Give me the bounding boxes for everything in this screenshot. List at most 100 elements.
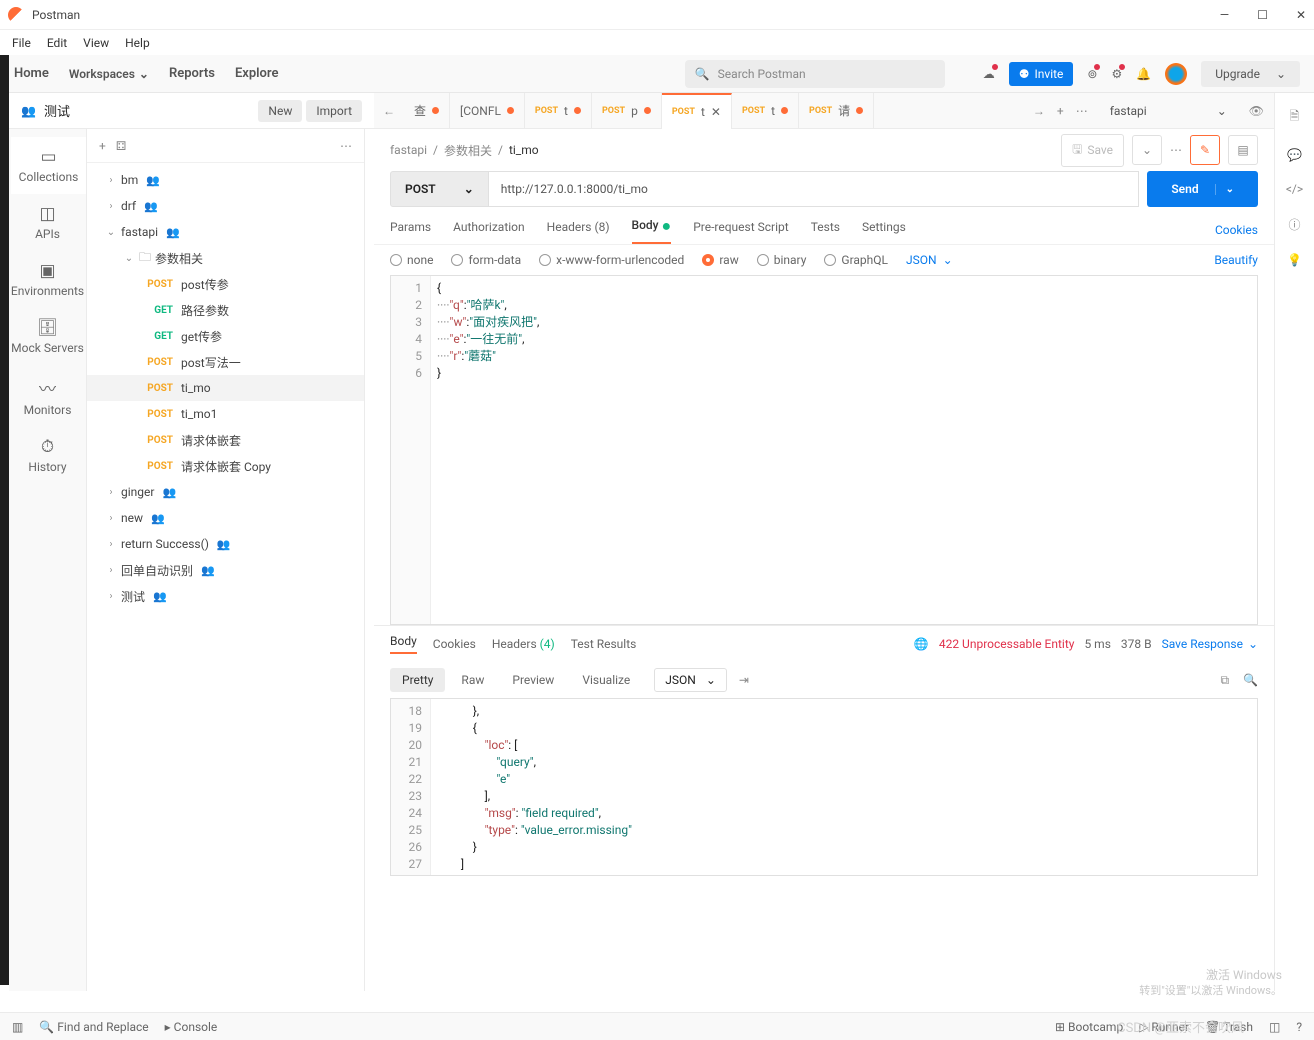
nav-workspaces[interactable]: Workspaces⌄ [69,67,149,81]
chevron-icon[interactable]: › [105,175,117,186]
hint-icon[interactable]: 💡 [1287,253,1302,267]
resp-tab-cookies[interactable]: Cookies [433,637,476,651]
nav-environments[interactable]: ▣Environments [9,251,86,308]
more-icon[interactable]: ⋯ [1170,143,1182,157]
console-button[interactable]: ▸ Console [165,1020,218,1034]
request-item[interactable]: POSTpost传参 [87,271,364,297]
tab-authorization[interactable]: Authorization [453,220,525,240]
folder-item[interactable]: ⌄🗀参数相关 [87,245,364,271]
chevron-icon[interactable]: › [105,539,117,550]
nav-reports[interactable]: Reports [169,66,215,81]
trash-button[interactable]: 🗑 Trash [1205,1020,1253,1034]
filter-icon[interactable]: ⚃ [116,139,126,153]
more-icon[interactable]: ⋯ [340,139,352,153]
save-response-button[interactable]: Save Response ⌄ [1162,637,1258,651]
body-raw[interactable]: raw [702,253,738,267]
raw-type-selector[interactable]: JSON⌄ [906,253,953,267]
request-item[interactable]: POSTti_mo [87,375,364,401]
edit-icon[interactable]: ✎ [1190,135,1220,165]
help-icon[interactable]: ? [1296,1020,1302,1034]
network-icon[interactable]: 🌐 [914,637,929,651]
chevron-icon[interactable]: › [105,565,117,576]
sync-icon[interactable]: ☁ [983,67,995,81]
nav-apis[interactable]: ◫APIs [9,194,86,251]
workspace-name[interactable]: 测试 [44,101,70,120]
request-item[interactable]: GET路径参数 [87,297,364,323]
tab-headers[interactable]: Headers (8) [547,220,610,240]
folder-item[interactable]: ›return Success()👥 [87,531,364,557]
search-icon[interactable]: 🔍 [1243,673,1258,688]
menu-file[interactable]: File [12,36,31,50]
minimize-icon[interactable]: — [1220,8,1229,22]
body-binary[interactable]: binary [757,253,807,267]
tab-params[interactable]: Params [390,220,431,240]
folder-item[interactable]: ›drf👥 [87,193,364,219]
editor-tab[interactable]: POSTt [525,93,592,129]
env-quicklook-icon[interactable]: 👁 [1249,104,1264,118]
resp-type-selector[interactable]: JSON⌄ [654,668,727,692]
wrap-icon[interactable]: ⇥ [739,673,749,687]
menu-view[interactable]: View [83,36,109,50]
close-tab-icon[interactable]: ✕ [711,105,721,119]
tab-menu-icon[interactable]: ⋯ [1076,104,1088,118]
request-item[interactable]: POST请求体嵌套 [87,427,364,453]
mode-preview[interactable]: Preview [500,668,566,692]
nav-history[interactable]: ⏱History [9,427,86,484]
two-pane-icon[interactable]: ◫ [1269,1020,1280,1034]
chevron-icon[interactable]: › [105,487,117,498]
search-input[interactable]: 🔍 Search Postman [685,60,945,88]
code-icon[interactable]: </> [1286,182,1303,196]
body-none[interactable]: none [390,253,433,267]
folder-item[interactable]: ›回单自动识别👥 [87,557,364,583]
folder-item[interactable]: ›new👥 [87,505,364,531]
chevron-down-icon[interactable]: ⌄ [1215,184,1234,195]
menu-edit[interactable]: Edit [47,36,67,50]
resp-tab-headers[interactable]: Headers (4) [492,637,555,651]
url-input[interactable]: http://127.0.0.1:8000/ti_mo [489,171,1140,207]
body-graphql[interactable]: GraphQL [824,253,888,267]
docs-icon[interactable]: 🗎 [1290,107,1300,128]
tab-tests[interactable]: Tests [811,220,840,240]
tab-body[interactable]: Body ● [632,216,672,244]
add-icon[interactable]: + [99,139,106,153]
bootcamp-button[interactable]: ⊞ Bootcamp [1055,1020,1123,1034]
send-button[interactable]: Send⌄ [1147,171,1258,207]
notifications-icon[interactable]: 🔔 [1136,67,1151,81]
code-content[interactable]: { ····"q":"哈萨k", ····"w":"面对疾风把", ····"e… [431,276,1257,624]
find-replace-button[interactable]: 🔍 Find and Replace [39,1020,148,1034]
nav-home[interactable]: Home [14,66,49,81]
chevron-icon[interactable]: ⌄ [105,227,117,238]
mode-visualize[interactable]: Visualize [570,668,642,692]
capture-icon[interactable]: ⊚ [1087,67,1097,81]
tabs-back-icon[interactable]: ← [374,104,404,118]
avatar[interactable] [1165,63,1187,85]
request-item[interactable]: POST请求体嵌套 Copy [87,453,364,479]
nav-mock-servers[interactable]: 🗄Mock Servers [9,308,86,365]
resp-tab-tests[interactable]: Test Results [571,637,637,651]
tab-settings[interactable]: Settings [862,220,906,240]
editor-tab[interactable]: POST请 [799,93,874,129]
editor-tab[interactable]: POSTp [592,93,662,129]
body-formdata[interactable]: form-data [451,253,521,267]
settings-icon[interactable]: ⚙ [1111,67,1122,81]
response-body-editor[interactable]: 1819202122232425262728 }, { "loc": [ "qu… [390,698,1258,876]
request-body-editor[interactable]: 123456 { ····"q":"哈萨k", ····"w":"面对疾风把",… [390,275,1258,625]
editor-tab[interactable]: POSTt✕ [662,93,732,129]
resp-tab-body[interactable]: Body [390,634,417,654]
editor-tab[interactable]: POSTt [732,93,799,129]
mode-pretty[interactable]: Pretty [390,668,445,692]
new-button[interactable]: New [258,100,302,122]
chevron-icon[interactable]: › [105,513,117,524]
new-tab-icon[interactable]: + [1057,104,1064,118]
environment-selector[interactable]: fastapi⌄ [1100,104,1237,118]
upgrade-button[interactable]: Upgrade⌄ [1201,61,1300,87]
folder-item[interactable]: ›ginger👥 [87,479,364,505]
request-item[interactable]: POSTti_mo1 [87,401,364,427]
body-xwww[interactable]: x-www-form-urlencoded [539,253,684,267]
nav-collections[interactable]: ▭Collections [9,137,86,194]
comments-icon[interactable]: 💬 [1287,148,1302,162]
invite-button[interactable]: ⚉Invite [1009,62,1074,86]
nav-monitors[interactable]: 〰Monitors [9,365,86,427]
folder-item[interactable]: ›测试👥 [87,583,364,609]
runner-button[interactable]: ▷ Runner [1139,1020,1189,1034]
